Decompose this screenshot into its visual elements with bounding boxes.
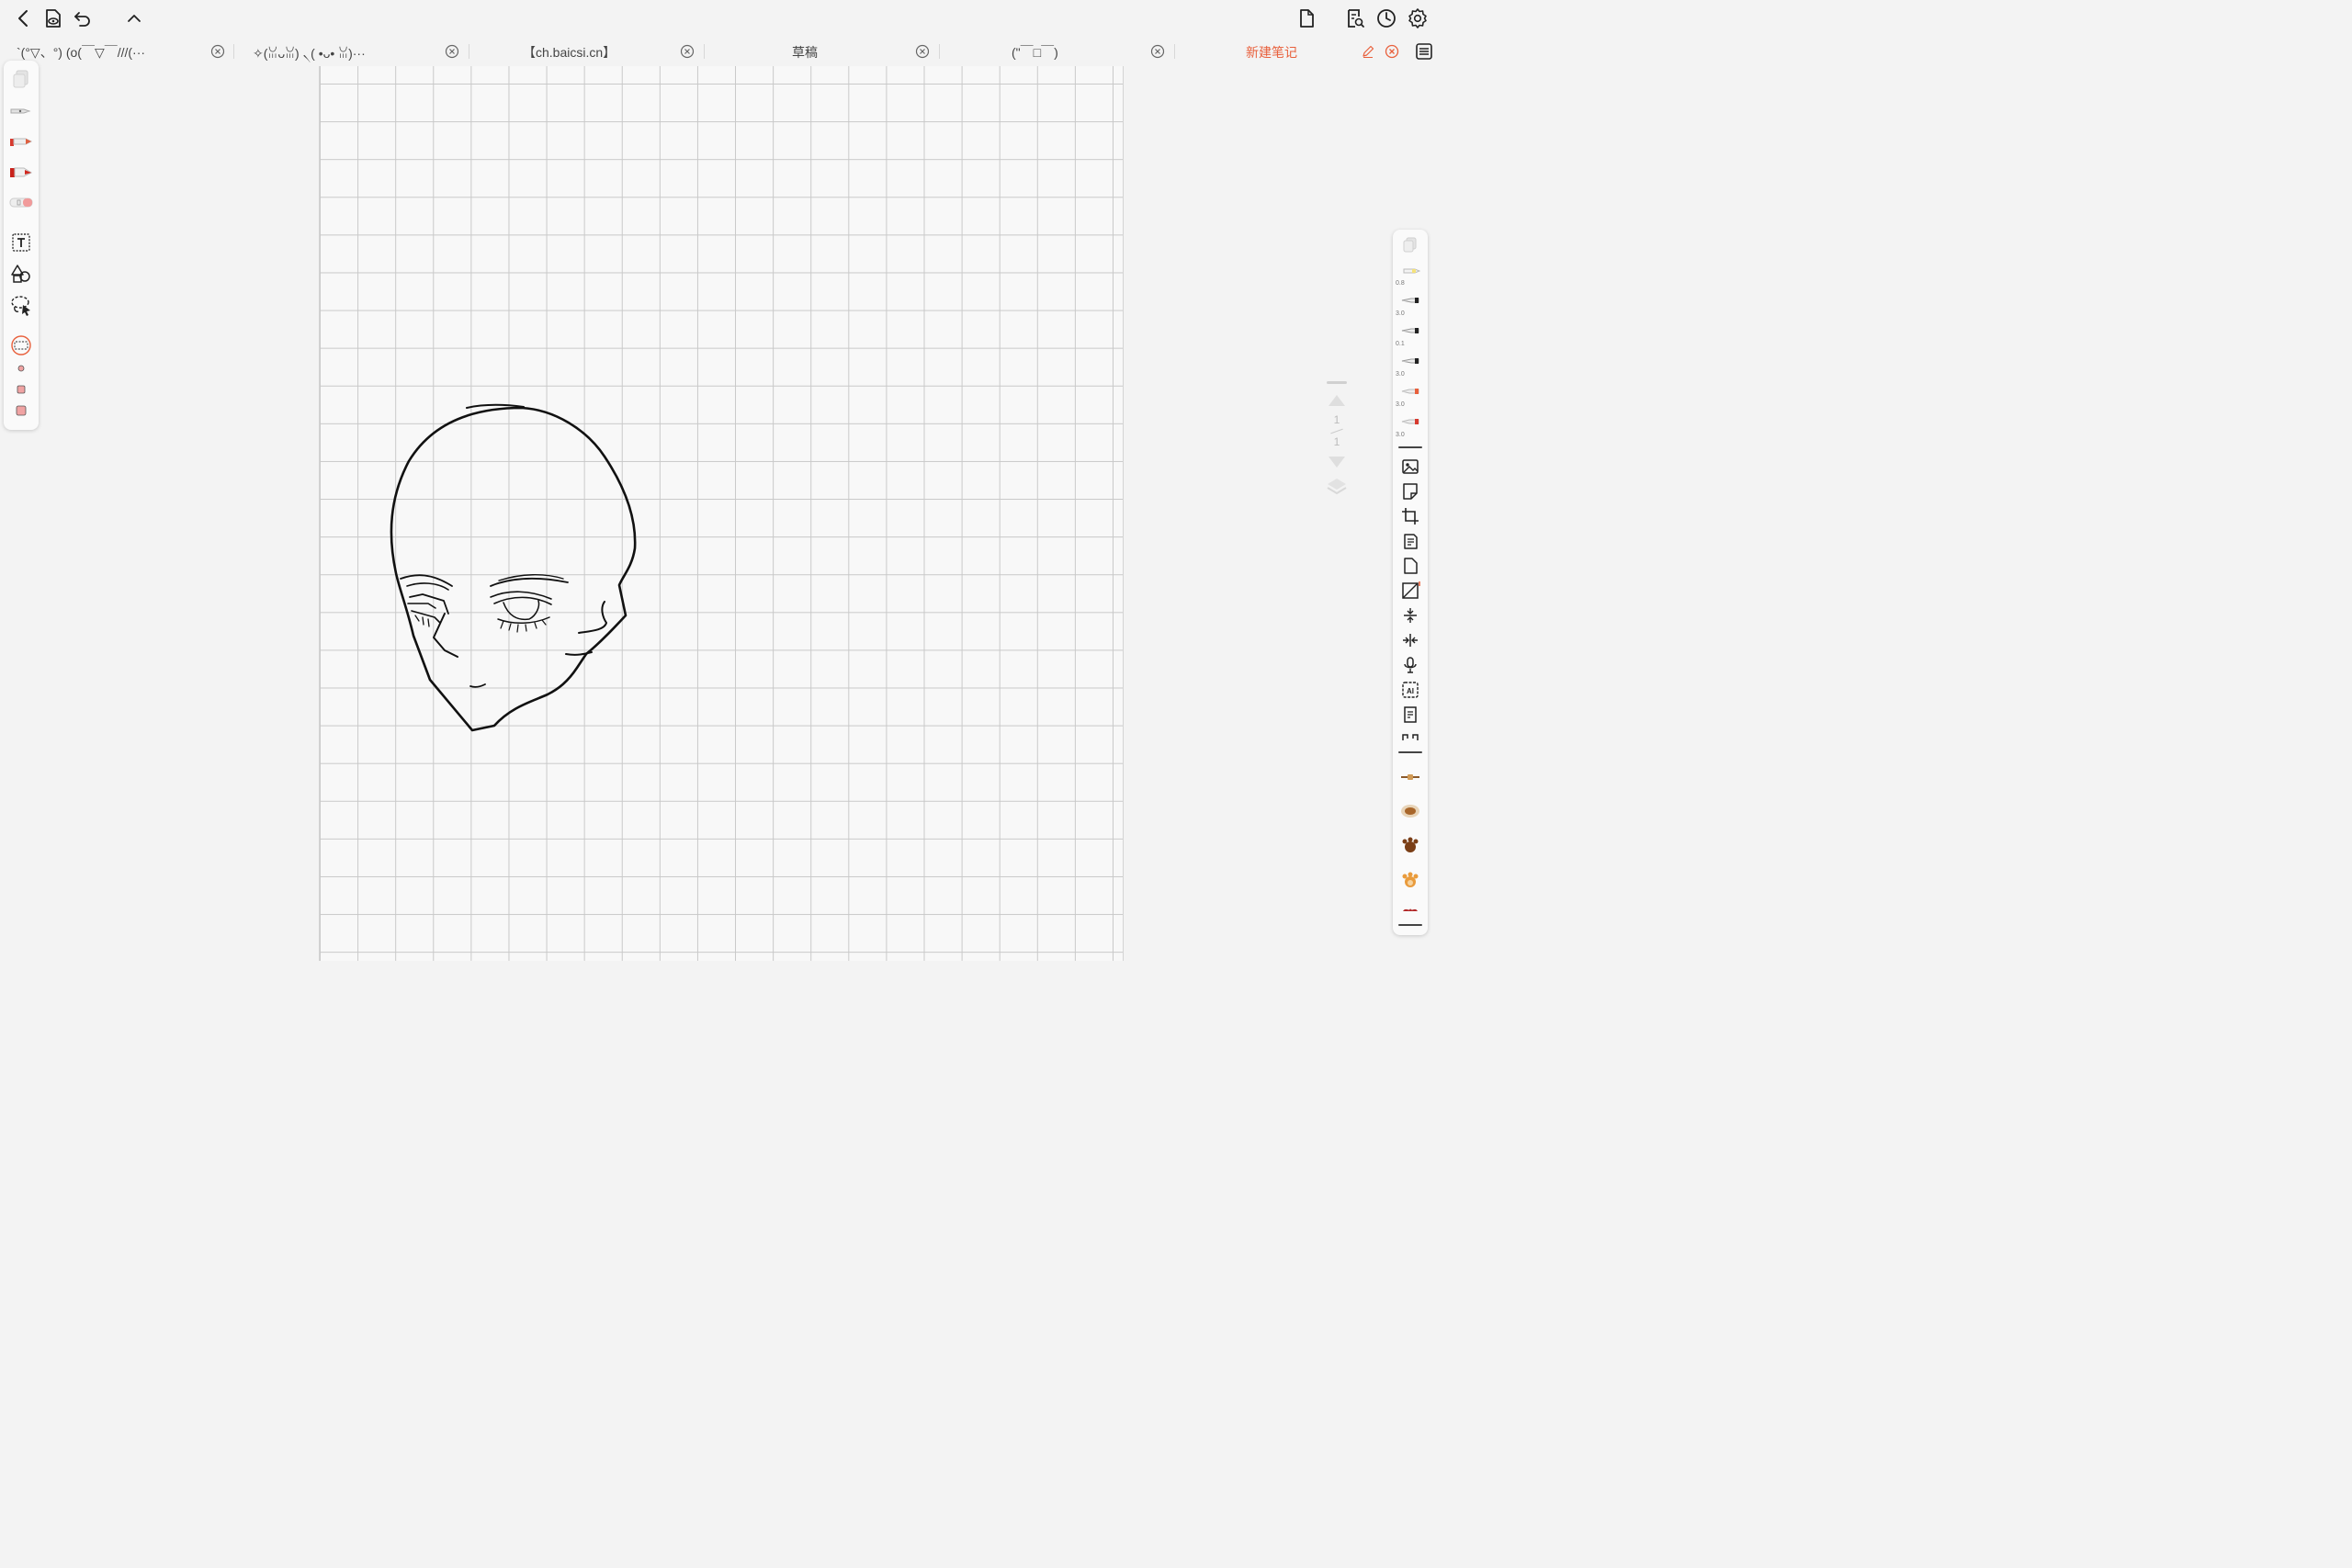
marker-orange-icon[interactable] xyxy=(1396,380,1424,402)
undo-icon[interactable] xyxy=(70,6,96,31)
eraser-icon[interactable] xyxy=(7,190,35,214)
copy-page-icon[interactable] xyxy=(1396,530,1424,552)
page-divider xyxy=(1330,428,1343,434)
insert-space-vertical-icon[interactable] xyxy=(1396,604,1424,626)
page-eraser-icon[interactable] xyxy=(1396,233,1424,255)
tab-2[interactable]: ✧(ꈍᴗꈍ) ৲( •ᴗ• ꈍ)··· xyxy=(234,37,469,66)
tab-label: ("￣□￣) xyxy=(1012,45,1058,60)
search-note-icon[interactable] xyxy=(1342,6,1368,31)
page-up-icon[interactable] xyxy=(1327,393,1347,412)
cat-paw-orange-sticker[interactable] xyxy=(1396,869,1424,891)
washi-tape-sticker[interactable] xyxy=(1396,766,1424,788)
pen-size-label: 3.0 xyxy=(1396,310,1405,317)
svg-text:AI: AI xyxy=(1407,687,1414,695)
page-nav-handle[interactable] xyxy=(1327,381,1347,384)
red-deco-sticker[interactable] xyxy=(1396,898,1424,920)
left-toolbar xyxy=(4,61,39,430)
page-down-icon[interactable] xyxy=(1327,455,1347,474)
crop-icon[interactable] xyxy=(1396,505,1424,527)
ai-assistant-icon[interactable]: AI xyxy=(1396,679,1424,701)
tab-label: 【ch.baicsi.cn】 xyxy=(523,45,616,60)
tab-5[interactable]: ("￣□￣) xyxy=(940,37,1175,66)
lasso-select-icon[interactable] xyxy=(7,293,35,317)
pen-size-label: 3.0 xyxy=(1396,401,1405,408)
total-page-number: 1 xyxy=(1333,435,1340,448)
tab-label: 新建笔记 xyxy=(1246,45,1297,60)
collapse-icon[interactable] xyxy=(121,6,147,31)
eraser-page-icon[interactable] xyxy=(7,66,35,90)
sticker-icon[interactable] xyxy=(1396,480,1424,502)
pen-size-label: 0.8 xyxy=(1396,280,1405,287)
close-tab-icon[interactable] xyxy=(445,44,459,59)
shapes-icon[interactable] xyxy=(7,262,35,286)
fountain-pen-icon[interactable] xyxy=(7,99,35,123)
toolbar-divider xyxy=(1398,924,1422,926)
highlighter-yellow-icon[interactable] xyxy=(1396,259,1424,281)
tab-list-icon[interactable] xyxy=(1411,39,1437,64)
marker-red-icon[interactable] xyxy=(7,130,35,153)
text-tool-icon[interactable] xyxy=(7,231,35,254)
pen-black-fine-icon[interactable] xyxy=(1396,320,1424,342)
bread-sticker[interactable] xyxy=(1396,799,1424,821)
tab-active-new-note[interactable]: 新建笔记 xyxy=(1175,37,1410,66)
layers-icon[interactable] xyxy=(1326,476,1348,502)
toolbar-divider xyxy=(1398,751,1422,753)
split-view-icon[interactable] xyxy=(1396,726,1424,748)
voice-input-icon[interactable] xyxy=(1396,654,1424,676)
stroke-size-large[interactable] xyxy=(7,399,35,423)
brush-red-icon[interactable] xyxy=(7,160,35,184)
reading-mode-icon[interactable] xyxy=(40,6,66,31)
tab-4[interactable]: 草稿 xyxy=(705,37,940,66)
close-tab-icon[interactable] xyxy=(1150,44,1165,59)
close-tab-icon[interactable] xyxy=(1385,44,1399,59)
pen-black-icon[interactable] xyxy=(1396,289,1424,311)
close-tab-icon[interactable] xyxy=(915,44,930,59)
toolbar-divider xyxy=(1398,446,1422,448)
page-background-icon[interactable] xyxy=(1396,580,1424,602)
close-tab-icon[interactable] xyxy=(210,44,225,59)
pen-size-label: 3.0 xyxy=(1396,432,1405,438)
pen-size-label: 0.1 xyxy=(1396,341,1405,347)
edit-title-icon[interactable] xyxy=(1361,44,1375,59)
history-icon[interactable] xyxy=(1374,6,1399,31)
close-tab-icon[interactable] xyxy=(680,44,695,59)
page-navigator: 1 1 xyxy=(1323,377,1351,505)
current-page-number: 1 xyxy=(1333,413,1340,426)
tab-bar: `(°▽、°) (o(￣▽￣///(··· ✧(ꈍᴗꈍ) ৲( •ᴗ• ꈍ)··… xyxy=(0,37,1441,66)
tab-label: ✧(ꈍᴗꈍ) ৲( •ᴗ• ꈍ)··· xyxy=(253,46,366,61)
note-canvas[interactable] xyxy=(319,66,1124,961)
selection-area-icon[interactable] xyxy=(7,333,35,357)
settings-icon[interactable] xyxy=(1405,6,1430,31)
insert-image-icon[interactable] xyxy=(1396,456,1424,478)
tab-label: `(°▽、°) (o(￣▽￣///(··· xyxy=(17,45,146,60)
tab-label: 草稿 xyxy=(792,45,818,60)
marker-red-icon[interactable] xyxy=(1396,411,1424,433)
bear-paw-brown-sticker[interactable] xyxy=(1396,834,1424,856)
face-sketch-drawing xyxy=(390,403,637,732)
back-icon[interactable] xyxy=(11,6,37,31)
blank-page-icon[interactable] xyxy=(1396,555,1424,577)
tab-3[interactable]: 【ch.baicsi.cn】 xyxy=(469,37,705,66)
pen-size-label: 3.0 xyxy=(1396,371,1405,378)
insert-space-horizontal-icon[interactable] xyxy=(1396,629,1424,651)
pen-black-bold-icon[interactable] xyxy=(1396,350,1424,372)
right-toolbar: 0.8 3.0 0.1 3.0 3.0 3.0 AI xyxy=(1393,230,1428,935)
note-summary-icon[interactable] xyxy=(1396,704,1424,726)
top-bar xyxy=(0,0,1441,37)
new-page-icon[interactable] xyxy=(1294,6,1319,31)
